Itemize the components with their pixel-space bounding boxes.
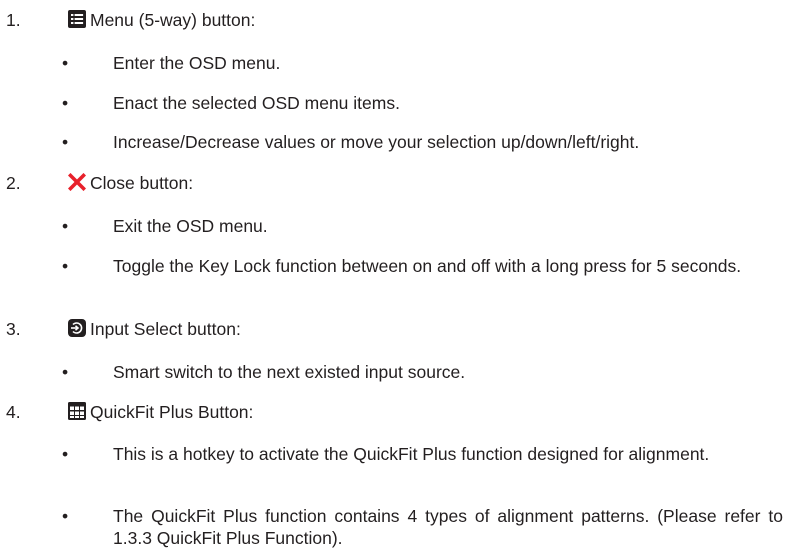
item-number: 4. [6,402,21,422]
item-heading-quickfit: QuickFit Plus Button: [68,401,253,423]
bullet-text: Increase/Decrease values or move your se… [113,132,640,152]
bullet-text: Toggle the Key Lock function between on … [113,256,742,276]
input-select-icon [68,319,86,337]
item-heading-menu: Menu (5-way) button: [68,9,255,31]
bullet-icon: • [62,93,69,113]
bullet-icon: • [62,362,69,382]
quickfit-grid-icon [68,402,86,420]
button-description-list: 1. Menu (5-way) button: • Enter the OSD … [0,0,806,548]
bullet-text: Enter the OSD menu. [113,53,281,73]
bullet-icon: • [62,506,69,526]
bullet-icon: • [62,256,69,276]
item-number: 2. [6,173,21,193]
bullet-text: This is a hotkey to activate the QuickFi… [113,444,710,464]
bullet-icon: • [62,444,69,464]
bullet-text: Enact the selected OSD menu items. [113,93,400,113]
bullet-icon: • [62,53,69,73]
item-heading-input-select: Input Select button: [68,318,241,340]
item-title: Menu (5-way) button: [90,10,256,30]
bullet-text: Smart switch to the next existed input s… [113,362,466,382]
item-heading-close: Close button: [68,172,193,194]
bullet-icon: • [62,216,69,236]
item-number: 3. [6,319,21,339]
close-x-icon [68,173,86,191]
item-title: Input Select button: [90,319,241,339]
menu-icon [68,10,86,28]
item-title: Close button: [90,173,194,193]
item-title: QuickFit Plus Button: [90,402,254,422]
item-number: 1. [6,10,21,30]
bullet-text: Exit the OSD menu. [113,216,268,236]
bullet-text: The QuickFit Plus function contains 4 ty… [113,506,783,548]
bullet-icon: • [62,132,69,152]
